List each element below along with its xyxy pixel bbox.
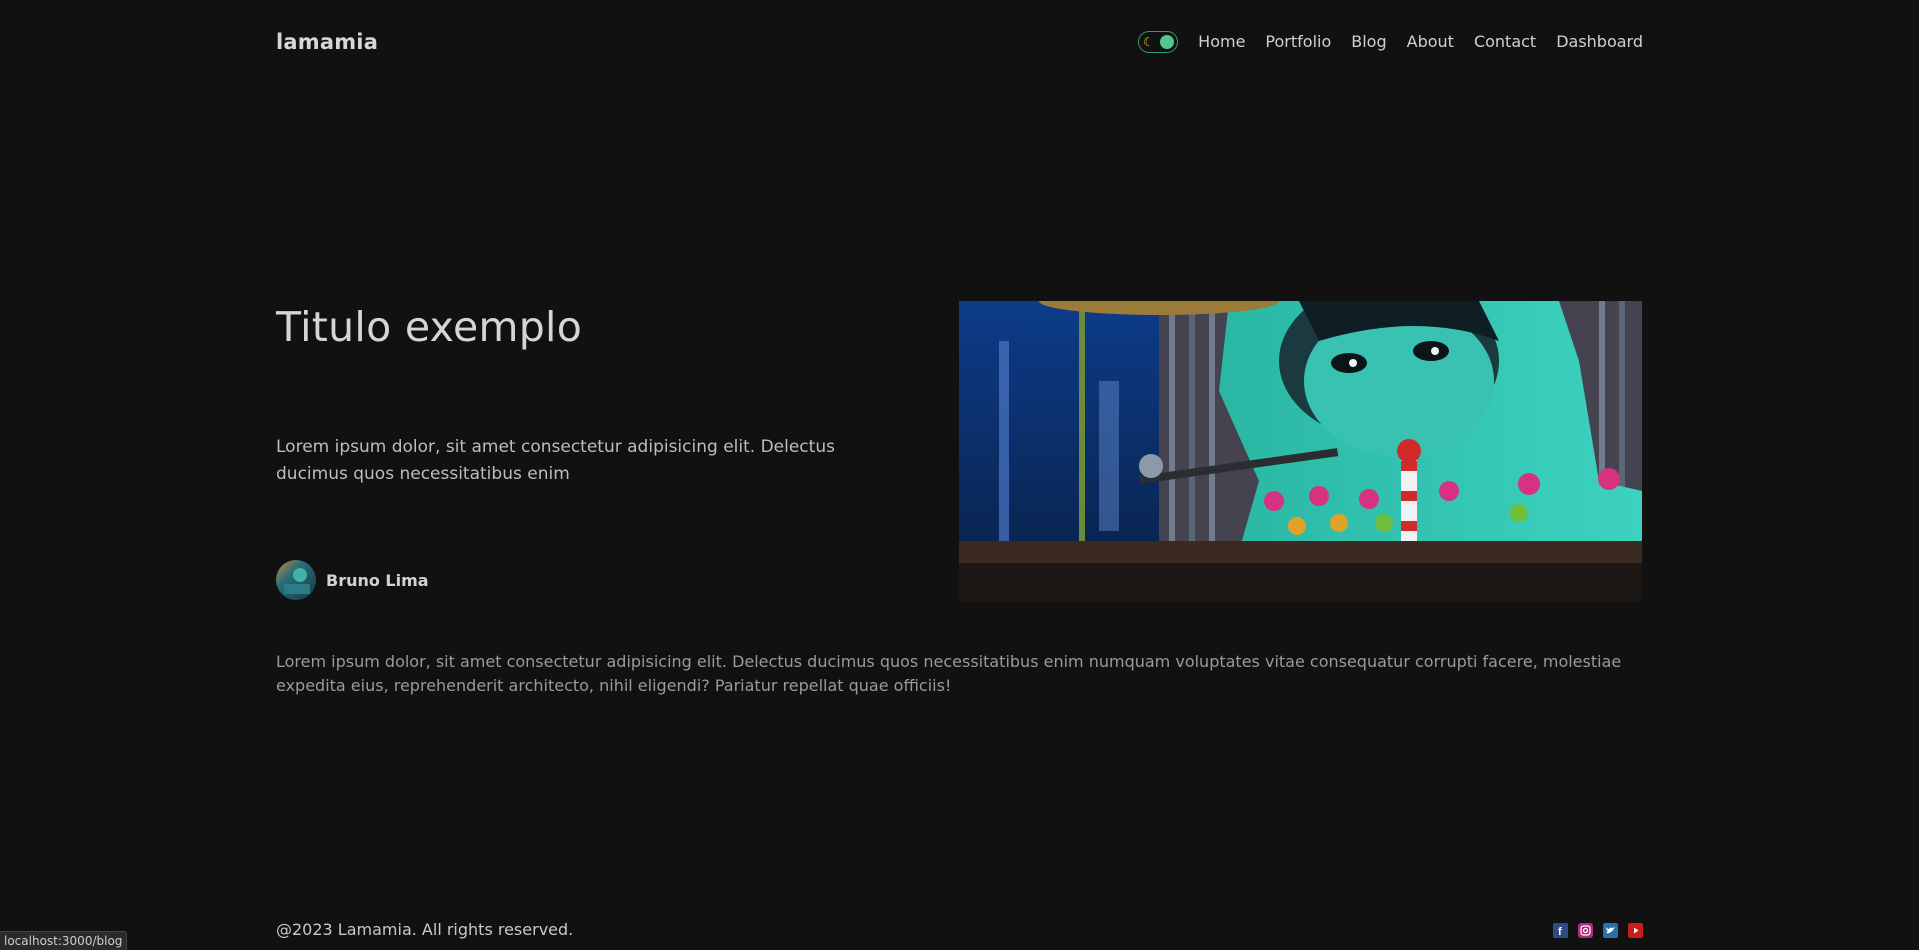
author-name: Bruno Lima — [326, 570, 429, 590]
post-title: Titulo exemplo — [276, 303, 583, 351]
nav-link-portfolio[interactable]: Portfolio — [1265, 31, 1331, 53]
nav-link-about[interactable]: About — [1407, 31, 1454, 53]
post-lead: Lorem ipsum dolor, sit amet consectetur … — [276, 437, 835, 484]
nav-link-dashboard[interactable]: Dashboard — [1556, 31, 1643, 53]
nav-link-blog[interactable]: Blog — [1351, 31, 1386, 53]
theme-toggle[interactable]: ☾ — [1138, 31, 1179, 53]
facebook-icon[interactable]: f — [1553, 923, 1568, 938]
youtube-icon[interactable] — [1628, 923, 1643, 938]
svg-text:f: f — [1558, 926, 1562, 938]
status-bar-url: localhost:3000/blog — [0, 931, 128, 950]
post-body: Lorem ipsum dolor, sit amet consectetur … — [276, 652, 1622, 695]
main-nav: ☾ Home Portfolio Blog About Contact Dash… — [1138, 31, 1643, 53]
post-hero-image — [959, 301, 1642, 601]
toggle-knob — [1160, 35, 1175, 49]
post-author: Bruno Lima — [276, 560, 429, 600]
moon-icon: ☾ — [1143, 35, 1154, 49]
footer-copyright: @2023 Lamamia. All rights reserved. — [276, 920, 574, 939]
page: lamamia ☾ Home Portfolio Blog About Cont… — [0, 0, 1919, 950]
social-links: f — [1553, 923, 1643, 938]
twitter-icon[interactable] — [1603, 923, 1618, 938]
instagram-icon[interactable] — [1578, 923, 1593, 938]
author-avatar — [276, 560, 316, 600]
nav-link-home[interactable]: Home — [1198, 31, 1245, 53]
nav-link-contact[interactable]: Contact — [1474, 31, 1536, 53]
site-logo[interactable]: lamamia — [276, 30, 378, 54]
